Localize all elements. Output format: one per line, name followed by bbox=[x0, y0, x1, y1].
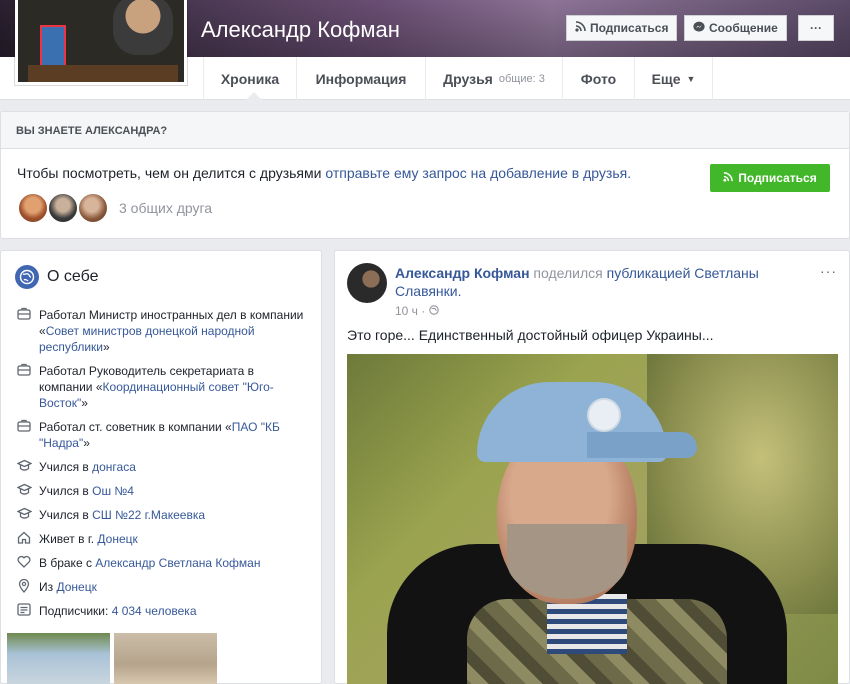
profile-picture[interactable] bbox=[15, 0, 187, 85]
about-item-education: Учился в Ош №4 bbox=[15, 483, 305, 500]
mutual-friends: 3 общих друга bbox=[17, 192, 212, 224]
about-item-link[interactable]: СШ №22 г.Макеевка bbox=[92, 508, 205, 522]
subscribe-green-label: Подписаться bbox=[738, 171, 817, 185]
mutual-friend-avatar[interactable] bbox=[17, 192, 49, 224]
post-options-button[interactable]: ··· bbox=[820, 263, 837, 279]
post-author-link[interactable]: Александр Кофман bbox=[395, 265, 530, 281]
about-card: О себе Работал Министр иностранных дел в… bbox=[0, 250, 322, 684]
tab-more[interactable]: Еще ▼ bbox=[635, 57, 713, 100]
about-header: О себе bbox=[15, 265, 99, 289]
profile-picture-poster bbox=[40, 25, 66, 67]
about-item-work: Работал Руководитель секретариата в комп… bbox=[15, 363, 305, 411]
profile-name[interactable]: Александр Кофман bbox=[201, 17, 400, 43]
briefcase-icon bbox=[15, 419, 33, 451]
about-item-relationship: В браке с Александр Светлана Кофман bbox=[15, 555, 305, 572]
tab-about[interactable]: Информация bbox=[297, 57, 426, 100]
about-item-text: Подписчики: bbox=[39, 604, 112, 618]
about-item-text: Учился в bbox=[39, 484, 93, 498]
tab-photos[interactable]: Фото bbox=[563, 57, 635, 100]
friend-request-box: ВЫ ЗНАЕТЕ АЛЕКСАНДРА? Чтобы посмотреть, … bbox=[0, 111, 850, 239]
followers-icon bbox=[15, 603, 33, 620]
about-item-link[interactable]: 4 034 человека bbox=[112, 604, 197, 618]
post-action-text: поделился bbox=[533, 265, 603, 281]
about-item-text: Живет в г. bbox=[39, 532, 98, 546]
about-item-education: Учился в СШ №22 г.Макеевка bbox=[15, 507, 305, 524]
globe-icon bbox=[428, 304, 439, 318]
about-item-from: Из Донецк bbox=[15, 578, 305, 597]
home-icon bbox=[15, 531, 33, 548]
about-item-link[interactable]: Ош №4 bbox=[92, 484, 134, 498]
photo-thumbnails bbox=[7, 633, 221, 684]
friend-request-title: ВЫ ЗНАЕТЕ АЛЕКСАНДРА? bbox=[1, 112, 849, 149]
send-friend-request-link[interactable]: отправьте ему запрос на добавление в дру… bbox=[325, 165, 631, 181]
tab-label: Информация bbox=[315, 70, 407, 87]
subscribe-green-button[interactable]: Подписаться bbox=[710, 164, 830, 192]
mutual-friends-count: общие: 3 bbox=[498, 72, 545, 85]
about-item-text: Из bbox=[39, 580, 57, 594]
graduation-cap-icon bbox=[15, 483, 33, 500]
about-item-lives: Живет в г. Донецк bbox=[15, 531, 305, 548]
about-item-link[interactable]: Донецк bbox=[97, 532, 137, 546]
post-author-avatar[interactable] bbox=[347, 263, 387, 303]
subscribe-button[interactable]: Подписаться bbox=[566, 15, 678, 41]
feed-post: Александр Кофман поделился публикацией С… bbox=[334, 250, 850, 684]
mutual-friend-avatar[interactable] bbox=[47, 192, 79, 224]
about-item-text: В браке с bbox=[39, 556, 96, 570]
about-item-text: Учился в bbox=[39, 460, 93, 474]
about-item-suffix: » bbox=[102, 340, 110, 354]
briefcase-icon bbox=[15, 363, 33, 411]
mutual-friends-link[interactable]: 3 общих друга bbox=[119, 200, 212, 216]
message-label: Сообщение bbox=[709, 21, 778, 35]
about-item-link[interactable]: Александр Светлана Кофман bbox=[95, 556, 260, 570]
post-text: Это горе... Единственный достойный офице… bbox=[347, 327, 714, 343]
photo-cap-badge bbox=[587, 398, 621, 432]
more-options-button[interactable]: ··· bbox=[798, 15, 834, 41]
subscribe-label: Подписаться bbox=[590, 21, 669, 35]
about-item-link[interactable]: Совет министров донецкой народной респуб… bbox=[39, 324, 255, 354]
mutual-friend-avatar[interactable] bbox=[77, 192, 109, 224]
about-item-followers: Подписчики: 4 034 человека bbox=[15, 603, 305, 620]
tab-label: Фото bbox=[580, 70, 617, 87]
active-tab-indicator bbox=[246, 92, 262, 100]
about-item-work: Работал ст. советник в компании «ПАО "КБ… bbox=[15, 419, 305, 451]
friend-request-text-prefix: Чтобы посмотреть, чем он делится с друзь… bbox=[17, 165, 322, 181]
location-pin-icon bbox=[15, 578, 33, 597]
tab-label: Хроника bbox=[220, 70, 280, 87]
messenger-icon bbox=[693, 21, 705, 36]
photo-beard bbox=[507, 524, 627, 599]
post-timestamp[interactable]: 10 ч bbox=[395, 304, 418, 318]
about-item-suffix: » bbox=[83, 436, 90, 450]
about-item-text: Работал ст. советник в компании « bbox=[39, 420, 232, 434]
profile-picture-person bbox=[113, 0, 173, 55]
more-options-label: ··· bbox=[810, 21, 822, 35]
message-button[interactable]: Сообщение bbox=[684, 15, 787, 41]
globe-icon bbox=[15, 265, 39, 289]
about-item-suffix: » bbox=[81, 396, 88, 410]
graduation-cap-icon bbox=[15, 459, 33, 476]
photo-thumbnail[interactable] bbox=[114, 633, 217, 684]
rss-icon bbox=[575, 21, 586, 35]
caret-down-icon: ▼ bbox=[686, 73, 696, 84]
friend-request-text: Чтобы посмотреть, чем он делится с друзь… bbox=[17, 165, 631, 181]
photo-thumbnail[interactable] bbox=[7, 633, 110, 684]
graduation-cap-icon bbox=[15, 507, 33, 524]
post-meta: 10 ч · bbox=[395, 304, 439, 318]
tab-label: Еще bbox=[651, 70, 681, 87]
about-item-work: Работал Министр иностранных дел в компан… bbox=[15, 307, 305, 355]
tab-friends[interactable]: Друзья общие: 3 bbox=[426, 57, 563, 100]
profile-picture-podium bbox=[28, 65, 178, 82]
about-item-link[interactable]: Донецк bbox=[56, 580, 96, 594]
photo-cap-visor bbox=[587, 432, 697, 458]
briefcase-icon bbox=[15, 307, 33, 355]
rss-icon bbox=[723, 171, 734, 185]
about-title: О себе bbox=[47, 268, 99, 285]
post-header: Александр Кофман поделился публикацией С… bbox=[395, 264, 795, 300]
about-item-text: Учился в bbox=[39, 508, 93, 522]
about-item-education: Учился в донгаса bbox=[15, 459, 305, 476]
heart-icon bbox=[15, 555, 33, 572]
tab-label: Друзья bbox=[443, 70, 493, 87]
about-item-link[interactable]: донгаса bbox=[92, 460, 136, 474]
post-photo[interactable] bbox=[347, 354, 838, 684]
